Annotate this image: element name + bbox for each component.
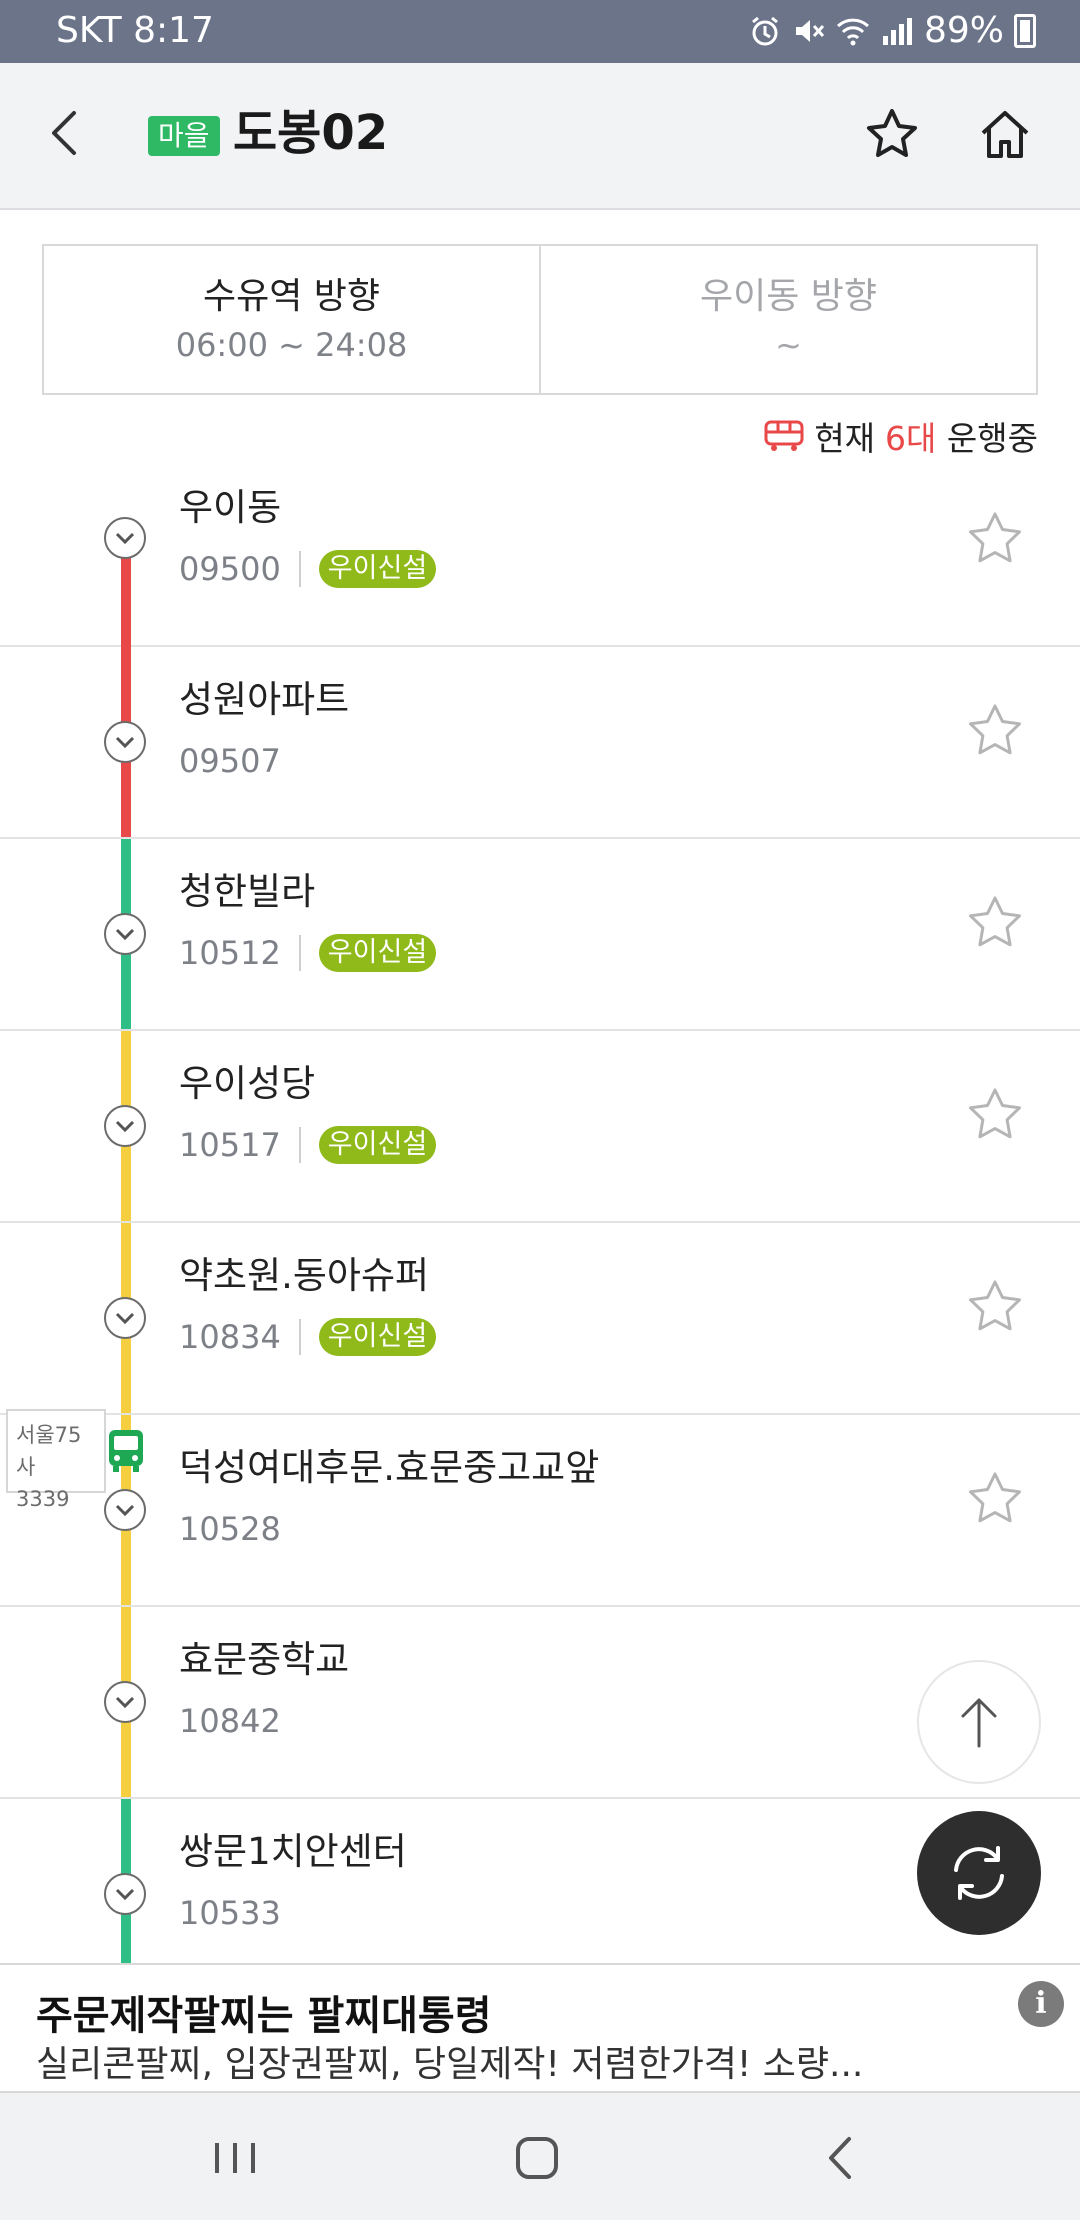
- list-item[interactable]: 우이동 09500 우이신설: [0, 455, 1080, 647]
- stop-id: 09507: [179, 742, 281, 780]
- battery-icon: [1014, 13, 1036, 48]
- running-prefix: 현재: [814, 419, 876, 458]
- back-button[interactable]: [36, 103, 96, 163]
- wifi-icon: [836, 18, 870, 45]
- stop-id: 10533: [179, 1894, 281, 1932]
- star-icon[interactable]: [964, 700, 1026, 762]
- home-icon[interactable]: [975, 105, 1035, 165]
- chevron-down-icon: [104, 1105, 146, 1147]
- chevron-down-icon: [104, 913, 146, 955]
- bus-icon[interactable]: [106, 1428, 146, 1474]
- list-item[interactable]: 약초원.동아슈퍼 10834 우이신설: [0, 1223, 1080, 1415]
- stop-name: 덕성여대후문.효문중고교앞: [179, 1446, 600, 1489]
- mute-icon: [795, 19, 825, 42]
- stop-name: 효문중학교: [179, 1638, 350, 1681]
- stop-name: 청한빌라: [179, 870, 316, 913]
- ad-title: 주문제작팔찌는 팔찌대통령: [36, 1993, 492, 2039]
- bus-outline-icon: [764, 420, 804, 451]
- stop-name: 우이동: [179, 486, 282, 529]
- direction-hours: ~: [775, 325, 802, 364]
- line-tag: 우이신설: [318, 1318, 437, 1356]
- list-item[interactable]: 성원아파트 09507: [0, 647, 1080, 839]
- refresh-button[interactable]: [917, 1811, 1041, 1935]
- stop-name: 우이성당: [179, 1062, 316, 1105]
- star-icon[interactable]: [964, 1084, 1026, 1146]
- route-title: 도봉02: [233, 105, 389, 161]
- tab-direction-ui[interactable]: 우이동 방향 ~: [539, 246, 1036, 393]
- line-tag: 우이신설: [318, 550, 437, 588]
- divider: [298, 935, 301, 971]
- stop-id: 10512: [179, 934, 281, 972]
- star-icon[interactable]: [964, 1276, 1026, 1338]
- list-item[interactable]: 청한빌라 10512 우이신설: [0, 839, 1080, 1031]
- stop-id: 10517: [179, 1126, 281, 1164]
- star-icon[interactable]: [964, 508, 1026, 570]
- refresh-icon: [954, 1846, 1004, 1900]
- stop-name: 약초원.동아슈퍼: [179, 1254, 430, 1297]
- system-nav-bar: [0, 2093, 1080, 2220]
- ad-description: 실리콘팔찌, 입장권팔찌, 당일제작! 저렴한가격! 소량...: [36, 2044, 864, 2085]
- chevron-down-icon: [104, 721, 146, 763]
- ad-banner[interactable]: 주문제작팔찌는 팔찌대통령 실리콘팔찌, 입장권팔찌, 당일제작! 저렴한가격!…: [0, 1963, 1080, 2093]
- route-type-badge: 마을: [148, 116, 220, 156]
- status-bar: SKT 8:17 89%: [0, 0, 1080, 63]
- tab-direction-suyu[interactable]: 수유역 방향 06:00 ~ 24:08: [44, 246, 539, 393]
- star-icon[interactable]: [964, 892, 1026, 954]
- favorite-star-icon[interactable]: [862, 105, 922, 165]
- alarm-icon: [752, 16, 778, 45]
- signal-icon: [882, 17, 912, 45]
- stop-name: 성원아파트: [179, 678, 350, 721]
- arrow-up-icon: [961, 1698, 997, 1748]
- stop-id: 10834: [179, 1318, 281, 1356]
- divider: [298, 551, 301, 587]
- running-buses-indicator: 현재 6대 운행중: [764, 412, 1038, 460]
- list-item[interactable]: 덕성여대후문.효문중고교앞 10528: [0, 1415, 1080, 1607]
- home-nav-icon[interactable]: [502, 2123, 572, 2193]
- direction-label: 우이동 방향: [699, 275, 878, 317]
- direction-label: 수유역 방향: [202, 275, 381, 317]
- chevron-down-icon: [104, 517, 146, 559]
- stop-id: 10528: [179, 1510, 281, 1548]
- stop-id: 09500: [179, 550, 281, 588]
- recent-apps-icon[interactable]: [200, 2123, 270, 2193]
- stop-name: 쌍문1치안센터: [179, 1830, 407, 1873]
- carrier-time: SKT 8:17: [56, 10, 214, 51]
- info-icon[interactable]: i: [1018, 1981, 1064, 2027]
- direction-hours: 06:00 ~ 24:08: [175, 325, 408, 364]
- running-suffix: 운행중: [946, 419, 1038, 458]
- stop-list: 우이동 09500 우이신설 성원아파트 09507 청한빌라 10512 우이…: [0, 455, 1080, 1991]
- divider: [298, 1319, 301, 1355]
- app-header: 마을 도봉02: [0, 63, 1080, 210]
- chevron-down-icon: [104, 1297, 146, 1339]
- line-tag: 우이신설: [318, 934, 437, 972]
- scroll-top-button[interactable]: [917, 1660, 1041, 1784]
- chevron-down-icon: [104, 1489, 146, 1531]
- divider: [298, 1127, 301, 1163]
- bus-plate-line1: 서울75사: [16, 1423, 82, 1479]
- chevron-down-icon: [104, 1681, 146, 1723]
- bus-plate-line2: 3339: [16, 1487, 70, 1511]
- star-icon[interactable]: [964, 1468, 1026, 1530]
- list-item[interactable]: 효문중학교 10842: [0, 1607, 1080, 1799]
- list-item[interactable]: 우이성당 10517 우이신설: [0, 1031, 1080, 1223]
- line-tag: 우이신설: [318, 1126, 437, 1164]
- running-count: 6대: [885, 419, 937, 458]
- battery-percent: 89%: [923, 10, 1004, 51]
- back-nav-icon[interactable]: [805, 2123, 875, 2193]
- chevron-down-icon: [104, 1873, 146, 1915]
- stop-id: 10842: [179, 1702, 281, 1740]
- direction-tabs: 수유역 방향 06:00 ~ 24:08 우이동 방향 ~: [42, 244, 1038, 395]
- bus-plate-label[interactable]: 서울75사 3339: [6, 1409, 106, 1511]
